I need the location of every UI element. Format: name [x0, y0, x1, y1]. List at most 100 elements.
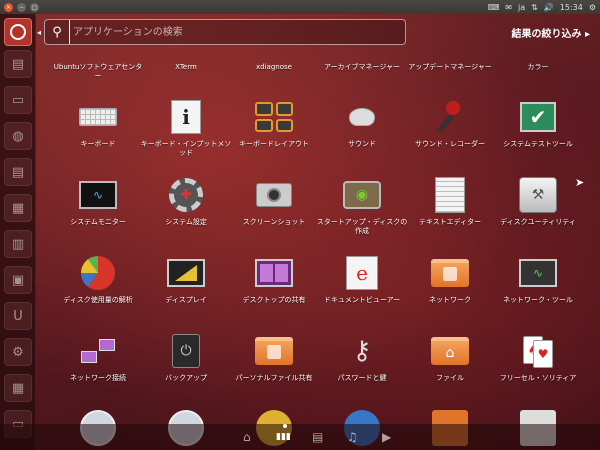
app-xdiagnose[interactable]: xdiagnose — [228, 63, 320, 72]
app-label: ディスク使用量の解析 — [63, 296, 133, 304]
launcher-browser[interactable]: ◍ — [4, 122, 32, 150]
app-system-settings[interactable]: ✚ システム設定 — [140, 175, 232, 227]
home-folder-icon: ⌂ — [431, 337, 469, 365]
session-gear-icon[interactable]: ⚙ — [589, 3, 596, 12]
app-document-viewer[interactable]: e ドキュメントビューアー — [316, 253, 408, 305]
app-label: キーボードレイアウト — [239, 140, 309, 148]
filter-results-button[interactable]: 結果の絞り込み ▸ — [511, 25, 590, 40]
checkmark-icon: ✔ — [520, 102, 556, 132]
shared-folder-icon — [255, 337, 293, 365]
app-label: ファイル — [436, 374, 464, 382]
app-label: ディスプレイ — [165, 296, 207, 304]
app-text-editor[interactable]: テキストエディター — [404, 175, 496, 227]
app-backup[interactable]: ⏻ バックアップ — [140, 331, 232, 383]
app-grid: Ubuntuソフトウェアセンター XTerm xdiagnose アーカイブマネ… — [0, 0, 600, 450]
app-label: キーボード — [80, 140, 116, 148]
app-label: ネットワーク接続 — [70, 374, 126, 382]
app-system-monitor[interactable]: ∿ システムモニター — [52, 175, 144, 227]
lens-files-icon[interactable]: ▤ — [312, 430, 323, 444]
folder-icon: ▭ — [11, 92, 25, 108]
launcher-workspaces[interactable]: ▦ — [4, 374, 32, 402]
files-icon: ▤ — [11, 56, 25, 72]
app-software-center[interactable]: Ubuntuソフトウェアセンター — [52, 63, 144, 81]
app-archive-manager[interactable]: アーカイブマネージャー — [316, 63, 408, 72]
search-input[interactable] — [69, 20, 405, 44]
app-label: システムテストツール — [503, 140, 573, 148]
lens-video-icon[interactable]: ▶ — [382, 430, 391, 444]
app-input-method[interactable]: i キーボード・インプットメソッド — [140, 97, 232, 158]
launcher-impress[interactable]: ▥ — [4, 230, 32, 258]
launcher-dash-home[interactable] — [4, 18, 32, 46]
launcher-ubuntu-one[interactable]: U — [4, 302, 32, 330]
app-label: バックアップ — [165, 374, 207, 382]
app-network[interactable]: ネットワーク — [404, 253, 496, 305]
mouse-cursor-icon: ➤ — [575, 176, 585, 189]
app-disk-usage[interactable]: ディスク使用量の解析 — [52, 253, 144, 305]
lens-music-icon[interactable]: ♫ — [347, 430, 358, 444]
search-box: ⚲ — [44, 19, 406, 45]
keys-icon: ⚷ — [352, 336, 372, 366]
launcher-calc[interactable]: ▦ — [4, 194, 32, 222]
app-files[interactable]: ⌂ ファイル — [404, 331, 496, 383]
desktop-sharing-icon — [255, 259, 293, 287]
launcher: ▤ ▭ ◍ ▤ ▦ ▥ ▣ U ⚙ ▦ ▭ — [0, 14, 36, 450]
launcher-folder[interactable]: ▭ — [4, 86, 32, 114]
network-indicator-icon[interactable]: ⇅ — [531, 3, 538, 12]
mail-indicator-icon[interactable]: ✉ — [505, 3, 512, 12]
app-network-tools[interactable]: ∿ ネットワーク・ツール — [492, 253, 584, 305]
workspaces-icon: ▦ — [11, 380, 25, 396]
text-editor-icon — [435, 177, 465, 213]
app-label: xdiagnose — [256, 63, 292, 71]
backup-icon: ⏻ — [172, 334, 200, 368]
lens-applications-icon[interactable]: ▮▮▮ — [276, 432, 291, 442]
app-startup-disk[interactable]: ◉ スタートアップ・ディスクの作成 — [316, 175, 408, 236]
cards-icon: ♠♥ — [518, 331, 558, 371]
launcher-settings[interactable]: ⚙ — [4, 338, 32, 366]
impress-icon: ▥ — [11, 236, 25, 252]
app-label: カラー — [527, 63, 549, 71]
keyboard-icon — [79, 108, 117, 126]
microphone-icon — [430, 97, 470, 137]
minimize-window-button[interactable]: − — [17, 2, 26, 12]
app-label: パスワードと鍵 — [337, 374, 387, 382]
gear-icon: ✚ — [169, 178, 203, 212]
volume-indicator-icon[interactable]: 🔊 — [544, 3, 554, 12]
app-freecell[interactable]: ♠♥ フリーセル・ソリティア — [492, 331, 584, 383]
app-label: ドキュメントビューアー — [323, 296, 401, 304]
active-arrow-icon: ◂ — [37, 28, 42, 37]
app-network-connections[interactable]: ネットワーク接続 — [52, 331, 144, 383]
network-folder-icon — [431, 259, 469, 287]
keyboard-indicator-icon[interactable]: ⌨ — [488, 3, 500, 12]
launcher-files[interactable]: ▤ — [4, 50, 32, 78]
app-keyboard-layout[interactable]: キーボードレイアウト — [228, 97, 320, 149]
app-passwords-keys[interactable]: ⚷ パスワードと鍵 — [316, 331, 408, 383]
clock[interactable]: 15:34 — [560, 3, 583, 12]
network-connections-icon — [79, 337, 117, 365]
app-screenshot[interactable]: スクリーンショット — [228, 175, 320, 227]
app-personal-file-sharing[interactable]: パーソナルファイル共有 — [228, 331, 320, 383]
app-xterm[interactable]: XTerm — [140, 63, 232, 72]
lens-home-icon[interactable]: ⌂ — [243, 430, 251, 444]
active-lens-indicator — [283, 424, 287, 428]
app-display[interactable]: ディスプレイ — [140, 253, 232, 305]
app-disk-utility[interactable]: ⚒ ディスクユーティリティ — [492, 175, 584, 227]
app-label: ネットワーク — [429, 296, 471, 304]
app-update-manager[interactable]: アップデートマネージャー — [404, 63, 496, 72]
language-indicator[interactable]: ja — [518, 3, 525, 12]
app-keyboard[interactable]: キーボード — [52, 97, 144, 149]
close-window-button[interactable]: × — [4, 2, 13, 12]
maximize-window-button[interactable]: □ — [30, 2, 39, 12]
search-icon: ⚲ — [52, 24, 62, 40]
app-desktop-sharing[interactable]: デスクトップの共有 — [228, 253, 320, 305]
app-system-test[interactable]: ✔ システムテストツール — [492, 97, 584, 149]
app-sound-recorder[interactable]: サウンド・レコーダー — [404, 97, 496, 149]
app-label: アーカイブマネージャー — [323, 63, 401, 71]
app-label: サウンド・レコーダー — [415, 140, 485, 148]
launcher-writer[interactable]: ▤ — [4, 158, 32, 186]
calc-icon: ▦ — [11, 200, 25, 216]
camera-icon — [256, 183, 292, 207]
launcher-software-center[interactable]: ▣ — [4, 266, 32, 294]
app-color[interactable]: カラー — [492, 63, 584, 72]
app-sound[interactable]: サウンド — [316, 97, 408, 149]
app-label: Ubuntuソフトウェアセンター — [53, 63, 143, 80]
